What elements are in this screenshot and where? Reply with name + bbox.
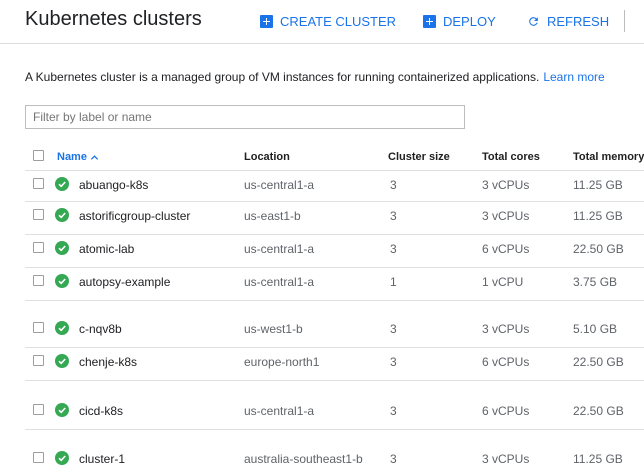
cluster-name-link[interactable]: autopsy-example <box>79 275 170 289</box>
add-box-icon <box>260 14 273 28</box>
status-ok-icon <box>55 451 69 465</box>
cell-cluster-size: 3 <box>390 209 397 223</box>
cell-total-memory: 3.75 GB <box>573 275 618 289</box>
cell-cluster-size: 3 <box>390 178 397 192</box>
cell-total-memory: 22.50 GB <box>573 242 624 256</box>
page-description: A Kubernetes cluster is a managed group … <box>25 70 605 84</box>
filter-input[interactable] <box>25 105 465 129</box>
description-text: A Kubernetes cluster is a managed group … <box>25 70 540 84</box>
cell-total-cores: 6 vCPUs <box>482 355 530 369</box>
refresh-button[interactable]: REFRESH <box>527 12 609 30</box>
cell-total-cores: 3 vCPUs <box>482 452 530 466</box>
cluster-name-link[interactable]: cicd-k8s <box>79 404 123 418</box>
cell-total-memory: 11.25 GB <box>573 452 623 466</box>
row-checkbox[interactable] <box>33 322 44 333</box>
column-header-cluster-size[interactable]: Cluster size <box>388 151 450 163</box>
row-checkbox[interactable] <box>33 178 44 189</box>
select-all-checkbox[interactable] <box>33 150 44 161</box>
cell-total-cores: 3 vCPUs <box>482 322 530 336</box>
sort-ascending-icon <box>90 154 99 160</box>
cell-location: us-central1-a <box>244 275 315 289</box>
cell-total-cores: 6 vCPUs <box>482 242 530 256</box>
cluster-name-link[interactable]: astorificgroup-cluster <box>79 209 190 223</box>
toolbar-divider <box>624 10 644 32</box>
cell-location: us-west1-b <box>244 322 303 336</box>
cell-location: australia-southeast1-b <box>244 452 363 466</box>
cell-total-memory: 22.50 GB <box>573 404 624 418</box>
refresh-icon <box>529 16 538 26</box>
cell-cluster-size: 1 <box>390 275 397 289</box>
status-ok-icon <box>55 321 69 335</box>
cell-total-memory: 11.25 GB <box>573 178 623 192</box>
row-checkbox[interactable] <box>33 275 44 286</box>
page-title: Kubernetes clusters <box>25 8 202 30</box>
create-cluster-label: CREATE CLUSTER <box>280 13 397 29</box>
cluster-name-link[interactable]: c-nqv8b <box>79 322 122 336</box>
cell-location: europe-north1 <box>244 355 320 369</box>
status-ok-icon <box>55 177 69 191</box>
deploy-button[interactable]: DEPLOY <box>423 12 496 30</box>
row-checkbox[interactable] <box>33 404 44 415</box>
status-ok-icon <box>55 403 69 417</box>
cell-total-memory: 11.25 GB <box>573 209 623 223</box>
row-checkbox[interactable] <box>33 452 44 463</box>
cell-total-memory: 5.10 GB <box>573 322 618 336</box>
deploy-label: DEPLOY <box>443 13 496 29</box>
row-checkbox[interactable] <box>33 209 44 220</box>
cell-location: us-east1-b <box>244 209 301 223</box>
cell-total-cores: 3 vCPUs <box>482 178 530 192</box>
refresh-label: REFRESH <box>547 13 610 29</box>
learn-more-link[interactable]: Learn more <box>543 70 604 84</box>
cell-cluster-size: 3 <box>390 242 397 256</box>
cluster-name-link[interactable]: atomic-lab <box>79 242 134 256</box>
cell-cluster-size: 3 <box>390 452 397 466</box>
cell-total-cores: 1 vCPU <box>482 275 524 289</box>
cluster-name-link[interactable]: chenje-k8s <box>79 355 137 369</box>
status-ok-icon <box>55 274 69 288</box>
cell-cluster-size: 3 <box>390 322 397 336</box>
page-header: Kubernetes clusters CREATE CLUSTER DEPLO… <box>0 0 644 44</box>
row-checkbox[interactable] <box>33 242 44 253</box>
cell-location: us-central1-a <box>244 178 315 192</box>
column-header-total-cores[interactable]: Total cores <box>482 151 540 163</box>
add-box-icon <box>423 14 436 28</box>
cell-total-memory: 22.50 GB <box>573 355 624 369</box>
status-ok-icon <box>55 241 69 255</box>
column-header-total-memory[interactable]: Total memory <box>573 151 644 163</box>
cell-location: us-central1-a <box>244 404 315 418</box>
cluster-name-link[interactable]: cluster-1 <box>79 452 125 466</box>
row-checkbox[interactable] <box>33 355 44 366</box>
table-header <box>25 142 644 171</box>
cell-cluster-size: 3 <box>390 355 397 369</box>
column-header-location[interactable]: Location <box>244 151 290 163</box>
status-ok-icon <box>55 354 69 368</box>
column-header-name-label: Name <box>57 151 87 163</box>
cell-cluster-size: 3 <box>390 404 397 418</box>
cell-total-cores: 3 vCPUs <box>482 209 530 223</box>
create-cluster-button[interactable]: CREATE CLUSTER <box>260 12 396 30</box>
column-header-name[interactable]: Name <box>57 151 99 163</box>
status-ok-icon <box>55 208 69 222</box>
cluster-name-link[interactable]: abuango-k8s <box>79 178 148 192</box>
cell-total-cores: 6 vCPUs <box>482 404 530 418</box>
cell-location: us-central1-a <box>244 242 315 256</box>
